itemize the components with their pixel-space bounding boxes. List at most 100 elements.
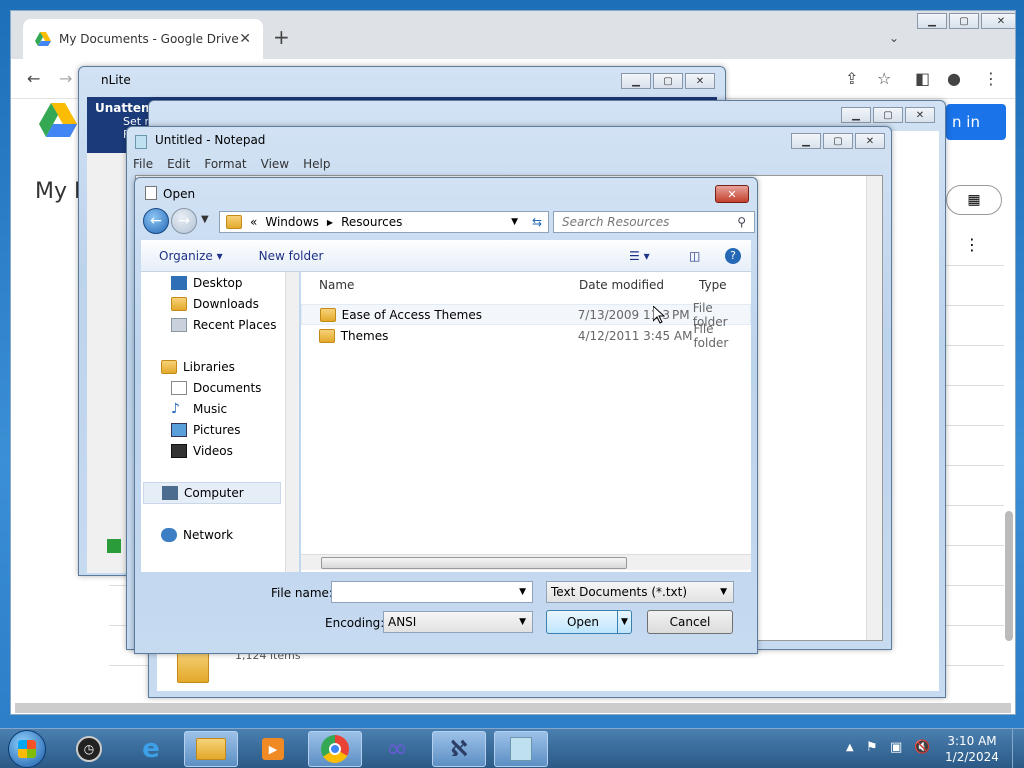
organize-button[interactable]: Organize ▾ xyxy=(159,249,223,263)
bookmark-star-icon[interactable]: ☆ xyxy=(877,69,891,88)
menu-icon[interactable]: ⋮ xyxy=(983,69,999,88)
taskbar-notepad[interactable] xyxy=(494,731,548,767)
chevron-down-icon[interactable]: ▼ xyxy=(519,587,526,597)
breadcrumb-overflow[interactable]: « xyxy=(250,215,257,229)
horizontal-scrollbar[interactable] xyxy=(301,554,751,570)
menu-view[interactable]: View xyxy=(261,157,289,171)
close-button[interactable]: ✕ xyxy=(685,73,715,89)
search-input[interactable]: Search Resources ⚲ xyxy=(553,211,755,233)
nav-network[interactable]: Network xyxy=(161,528,233,542)
horizontal-scrollbar[interactable] xyxy=(15,703,1011,713)
close-button[interactable]: ✕ xyxy=(855,133,885,149)
close-button[interactable]: ✕ xyxy=(981,13,1015,29)
file-type-select[interactable]: Text Documents (*.txt) ▼ xyxy=(546,581,734,603)
file-row[interactable]: Ease of Access Themes 7/13/2009 11:3 PM … xyxy=(301,301,751,329)
back-icon[interactable]: ← xyxy=(143,208,169,234)
taskbar-visual-studio[interactable]: ∞ xyxy=(370,731,424,767)
start-button[interactable] xyxy=(8,730,46,768)
tab-search-icon[interactable]: ⌄ xyxy=(889,31,899,45)
minimize-button[interactable]: ▁ xyxy=(791,133,821,149)
menu-help[interactable]: Help xyxy=(303,157,330,171)
vertical-scrollbar[interactable] xyxy=(866,176,882,640)
download-icon[interactable] xyxy=(107,539,121,553)
folder-icon xyxy=(226,215,242,229)
column-header-date[interactable]: Date modified xyxy=(579,278,664,292)
file-row[interactable]: Themes 4/12/2011 3:45 AM File folder xyxy=(301,322,751,350)
open-button[interactable]: Open ▼ xyxy=(546,610,632,634)
minimize-button[interactable]: ▁ xyxy=(621,73,651,89)
file-name-input[interactable]: ▼ xyxy=(331,581,533,603)
chevron-down-icon[interactable]: ▼ xyxy=(720,587,727,597)
maximize-button[interactable]: ▢ xyxy=(949,13,979,29)
system-clock[interactable]: 3:10 AM 1/2/2024 xyxy=(944,733,1000,765)
split-dropdown-icon[interactable]: ▼ xyxy=(617,611,631,633)
nav-videos[interactable]: Videos xyxy=(171,444,233,458)
sign-in-button[interactable]: n in xyxy=(946,104,1006,140)
taskbar-media[interactable]: ▶ xyxy=(246,731,300,767)
apps-grid-icon[interactable]: ▦ xyxy=(946,185,1002,215)
maximize-button[interactable]: ▢ xyxy=(653,73,683,89)
preview-pane-icon[interactable]: ◫ xyxy=(689,249,700,263)
breadcrumb-resources[interactable]: Resources xyxy=(341,215,402,229)
tab-close-icon[interactable]: ✕ xyxy=(239,31,251,47)
nav-recent-places[interactable]: Recent Places xyxy=(171,318,276,332)
maximize-button[interactable]: ▢ xyxy=(823,133,853,149)
nav-pane-scrollbar[interactable] xyxy=(285,272,299,572)
new-folder-button[interactable]: New folder xyxy=(259,249,324,263)
scrollbar-thumb[interactable] xyxy=(321,557,627,569)
scrollbar-thumb[interactable] xyxy=(1005,511,1013,641)
show-hidden-icons-icon[interactable]: ▲ xyxy=(846,742,854,753)
chevron-right-icon[interactable]: ▶ xyxy=(327,218,333,227)
close-button[interactable]: ✕ xyxy=(905,107,935,123)
breadcrumb-windows[interactable]: Windows xyxy=(265,215,319,229)
nav-downloads[interactable]: Downloads xyxy=(171,297,259,311)
show-desktop-button[interactable] xyxy=(1012,729,1024,768)
profile-icon[interactable]: ● xyxy=(947,69,961,88)
search-icon[interactable]: ⚲ xyxy=(737,215,746,229)
chevron-down-icon[interactable]: ▼ xyxy=(511,217,518,227)
taskbar-internet-explorer[interactable]: e xyxy=(124,731,178,767)
recent-pages-icon[interactable]: ▼ xyxy=(201,214,209,225)
help-icon[interactable]: ? xyxy=(725,247,741,264)
address-bar[interactable]: « Windows ▶ Resources ▼ ⇆ xyxy=(219,211,549,233)
encoding-select[interactable]: ANSI ▼ xyxy=(383,611,533,633)
forward-icon[interactable]: → xyxy=(171,208,197,234)
folder-icon xyxy=(196,738,226,760)
side-panel-icon[interactable]: ◧ xyxy=(915,69,930,88)
column-header-type[interactable]: Type xyxy=(699,278,727,292)
command-toolbar: Organize ▾ New folder ☰ ▾ ◫ ? xyxy=(141,240,751,272)
more-options-icon[interactable]: ⋮ xyxy=(964,235,980,254)
nav-pictures[interactable]: Pictures xyxy=(171,423,241,437)
volume-muted-icon[interactable]: 🔇 xyxy=(914,740,930,755)
share-icon[interactable]: ⇪ xyxy=(845,69,858,88)
maximize-button[interactable]: ▢ xyxy=(873,107,903,123)
network-status-icon[interactable]: ▣ xyxy=(890,740,902,755)
taskbar-chrome[interactable] xyxy=(308,731,362,767)
taskbar-explorer[interactable] xyxy=(184,731,238,767)
nav-music[interactable]: ♪ Music xyxy=(171,402,227,416)
nav-libraries[interactable]: Libraries xyxy=(161,360,235,374)
taskbar-clock-app[interactable]: ◷ xyxy=(62,731,116,767)
refresh-icon[interactable]: ⇆ xyxy=(532,215,542,229)
close-button[interactable]: ✕ xyxy=(715,185,749,203)
tab-google-drive[interactable]: My Documents - Google Drive ✕ xyxy=(23,19,263,59)
cancel-button[interactable]: Cancel xyxy=(647,610,733,634)
minimize-button[interactable]: ▁ xyxy=(917,13,947,29)
chevron-down-icon[interactable]: ▼ xyxy=(519,617,526,627)
forward-icon[interactable]: → xyxy=(59,69,72,88)
minimize-button[interactable]: ▁ xyxy=(841,107,871,123)
nav-documents[interactable]: Documents xyxy=(171,381,261,395)
tab-title: My Documents - Google Drive xyxy=(59,32,239,46)
folder-icon xyxy=(177,649,209,683)
column-header-name[interactable]: Name xyxy=(319,278,354,292)
back-icon[interactable]: ← xyxy=(27,69,40,88)
taskbar-nlite[interactable]: ℵ xyxy=(432,731,486,767)
view-options-icon[interactable]: ☰ ▾ xyxy=(629,249,650,263)
nav-computer[interactable]: Computer xyxy=(143,482,281,504)
menu-file[interactable]: File xyxy=(133,157,153,171)
nav-desktop[interactable]: Desktop xyxy=(171,276,243,290)
menu-edit[interactable]: Edit xyxy=(167,157,190,171)
new-tab-icon[interactable]: + xyxy=(273,25,290,49)
action-center-icon[interactable]: ⚑ xyxy=(866,740,878,755)
menu-format[interactable]: Format xyxy=(204,157,246,171)
